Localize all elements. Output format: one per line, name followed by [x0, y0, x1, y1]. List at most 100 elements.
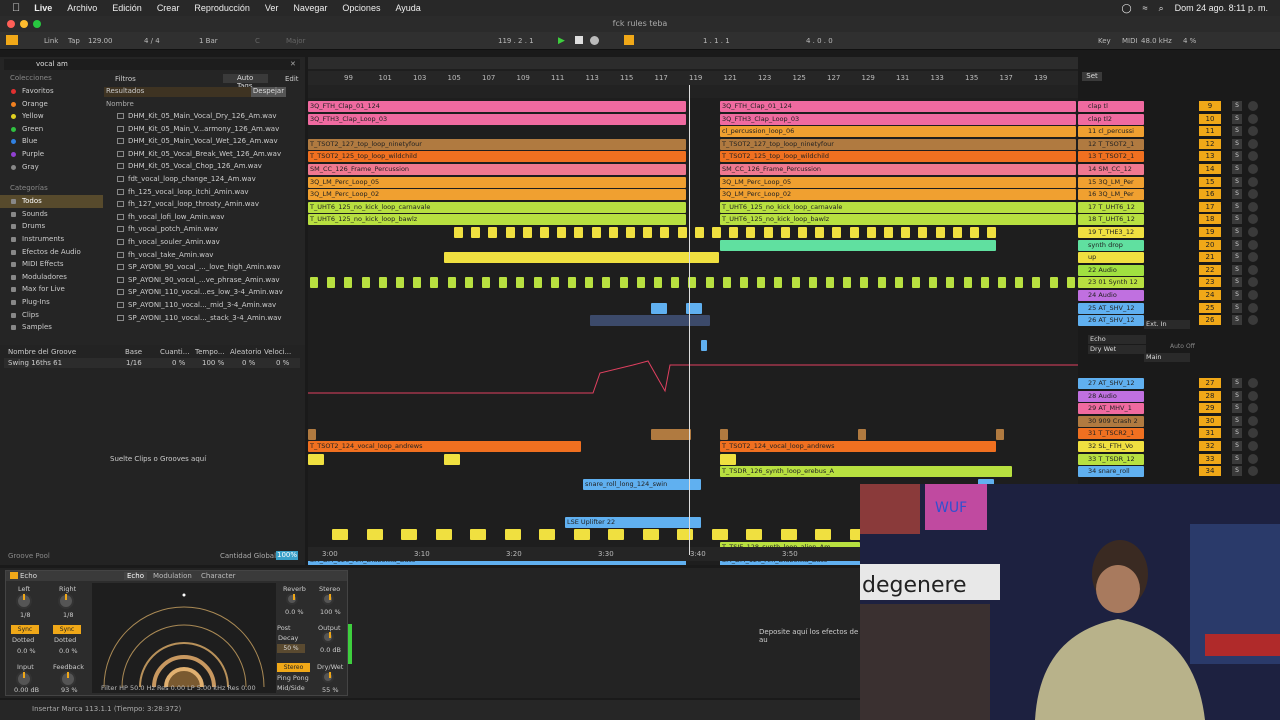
audio-clip[interactable]: snare_roll_long_124_swin — [583, 479, 701, 490]
midi-clip[interactable] — [798, 227, 807, 238]
file-item[interactable]: fh_vocal_potch_Amin.wav — [104, 223, 302, 236]
track-header[interactable]: 31 T_TSCR2_1 31 S — [1078, 427, 1272, 440]
midi-clip[interactable] — [539, 529, 555, 541]
collection-blue[interactable]: Blue — [0, 135, 103, 148]
midi-clip[interactable] — [808, 277, 817, 289]
solo-button[interactable]: S — [1232, 189, 1242, 200]
midi-clip[interactable] — [540, 227, 549, 238]
midi-clip[interactable] — [454, 227, 463, 238]
solo-button[interactable]: S — [1232, 290, 1242, 300]
midi-clip[interactable] — [608, 529, 624, 541]
shield-icon[interactable]: ◯ — [1122, 3, 1132, 14]
track-activator[interactable]: 29 — [1199, 403, 1221, 414]
midi-clip[interactable] — [550, 277, 559, 289]
arm-button[interactable] — [1248, 277, 1258, 288]
midi-clip[interactable] — [573, 529, 590, 541]
solo-button[interactable]: S — [1232, 378, 1242, 388]
midi-clip[interactable] — [1015, 277, 1024, 289]
solo-button[interactable]: S — [1232, 390, 1242, 401]
solo-button[interactable]: S — [1232, 277, 1242, 288]
midi-clip[interactable] — [608, 227, 618, 238]
key-select[interactable]: C — [255, 37, 260, 45]
stop-icon[interactable] — [575, 36, 583, 44]
track-header[interactable]: 16 3Q_LM_Per 16 S — [1078, 188, 1272, 201]
track-name[interactable]: 16 3Q_LM_Per — [1078, 189, 1144, 201]
track-name[interactable]: 23 01 Synth 12 — [1078, 277, 1144, 289]
midi-clip[interactable] — [568, 277, 576, 289]
midside-button[interactable]: Mid/Side — [277, 684, 305, 692]
midi-clip[interactable] — [740, 277, 748, 289]
audio-clip[interactable]: 3Q_LM_Perc_Loop_05 — [720, 176, 1076, 188]
audio-clip[interactable]: T_TSDR_126_synth_loop_erebus_A — [720, 466, 1012, 478]
midi-clip[interactable] — [849, 227, 859, 238]
left-time-knob[interactable] — [16, 593, 32, 609]
tab-modulation[interactable]: Modulation — [153, 572, 192, 580]
auto-tags-button[interactable]: Auto Tags — [223, 74, 268, 90]
audio-clip[interactable] — [590, 315, 710, 327]
arm-button[interactable] — [1248, 214, 1258, 225]
midi-clip[interactable] — [1049, 277, 1058, 289]
arm-button[interactable] — [1248, 113, 1258, 124]
track-name[interactable]: clap tl2 — [1078, 113, 1144, 125]
drywet-knob[interactable] — [322, 671, 334, 683]
track-name[interactable]: 11 cl_percussi — [1078, 126, 1144, 138]
midi-clip[interactable] — [780, 529, 797, 541]
midi-clip[interactable] — [378, 277, 387, 289]
minimize-window-button[interactable] — [20, 20, 28, 28]
audio-clip[interactable]: 3Q_FTH3_Clap_Loop_03 — [720, 113, 1076, 125]
midi-clip[interactable] — [591, 227, 601, 238]
file-item[interactable]: DHM_Kit_05_Main_Vocal_Wet_126_Am.wav — [104, 135, 302, 148]
output-knob[interactable] — [322, 631, 334, 643]
menu-navegar[interactable]: Navegar — [293, 3, 327, 13]
arm-button[interactable] — [1248, 164, 1258, 174]
midi-clip[interactable] — [946, 277, 955, 289]
automation-arm-icon[interactable] — [624, 35, 634, 45]
midi-clip[interactable] — [843, 277, 852, 289]
midi-clip[interactable] — [694, 227, 704, 238]
track-name[interactable]: 12 T_TSOT2_1 — [1078, 138, 1144, 150]
overview-strip[interactable] — [308, 57, 1078, 69]
tab-character[interactable]: Character — [201, 572, 236, 580]
right-time-knob[interactable] — [58, 593, 74, 609]
midi-clip[interactable] — [504, 529, 521, 541]
track-activator[interactable]: 22 — [1199, 264, 1221, 275]
groove-row[interactable]: Swing 16ths 61 1/16 0 % 100 % 0 % 0 % — [4, 358, 300, 368]
arm-button[interactable] — [1248, 302, 1258, 313]
track-activator[interactable]: 25 — [1199, 302, 1221, 313]
menu-ver[interactable]: Ver — [265, 3, 279, 13]
solo-button[interactable]: S — [1232, 164, 1242, 174]
track-header[interactable]: 23 01 Synth 12 23 S — [1078, 276, 1272, 289]
midi-clip[interactable] — [488, 227, 498, 238]
automation-param-select[interactable]: Dry Wet — [1088, 345, 1146, 354]
midi-clip[interactable] — [711, 529, 728, 541]
midi-clip[interactable] — [746, 529, 762, 541]
midi-clip[interactable] — [636, 277, 645, 289]
track-activator[interactable]: 12 — [1199, 138, 1221, 149]
midi-clip[interactable] — [757, 277, 766, 289]
track-header[interactable]: clap tl 9 S — [1078, 100, 1272, 113]
arm-button[interactable] — [1248, 176, 1258, 187]
device-power-icon[interactable] — [10, 572, 18, 579]
audio-clip[interactable] — [444, 453, 460, 465]
category-drums[interactable]: Drums — [0, 220, 103, 233]
midi-clip[interactable] — [1032, 277, 1041, 289]
arm-button[interactable] — [1248, 428, 1258, 439]
track-activator[interactable]: 23 — [1199, 277, 1221, 288]
edit-button[interactable]: Edit — [285, 75, 299, 83]
midi-clip[interactable] — [860, 277, 869, 289]
input-knob[interactable] — [16, 671, 32, 687]
left-dotted-select[interactable]: Dotted — [12, 636, 34, 644]
solo-button[interactable]: S — [1232, 101, 1242, 111]
feedback-knob[interactable] — [60, 671, 76, 687]
category-plug-ins[interactable]: Plug-Ins — [0, 296, 103, 309]
midi-clip[interactable] — [929, 277, 938, 289]
track-header[interactable]: 17 T_UHT6_12 17 S — [1078, 201, 1272, 214]
audio-clip[interactable]: T_TSOT2_127_top_loop_ninetyfour — [720, 138, 1076, 150]
midi-clip[interactable] — [901, 227, 911, 238]
solo-button[interactable]: S — [1232, 126, 1242, 137]
pingpong-button[interactable]: Ping Pong — [277, 674, 309, 682]
midi-clip[interactable] — [918, 227, 928, 238]
midi-clip[interactable] — [980, 277, 989, 289]
midi-clip[interactable] — [998, 277, 1006, 289]
collection-gray[interactable]: Gray — [0, 161, 103, 174]
